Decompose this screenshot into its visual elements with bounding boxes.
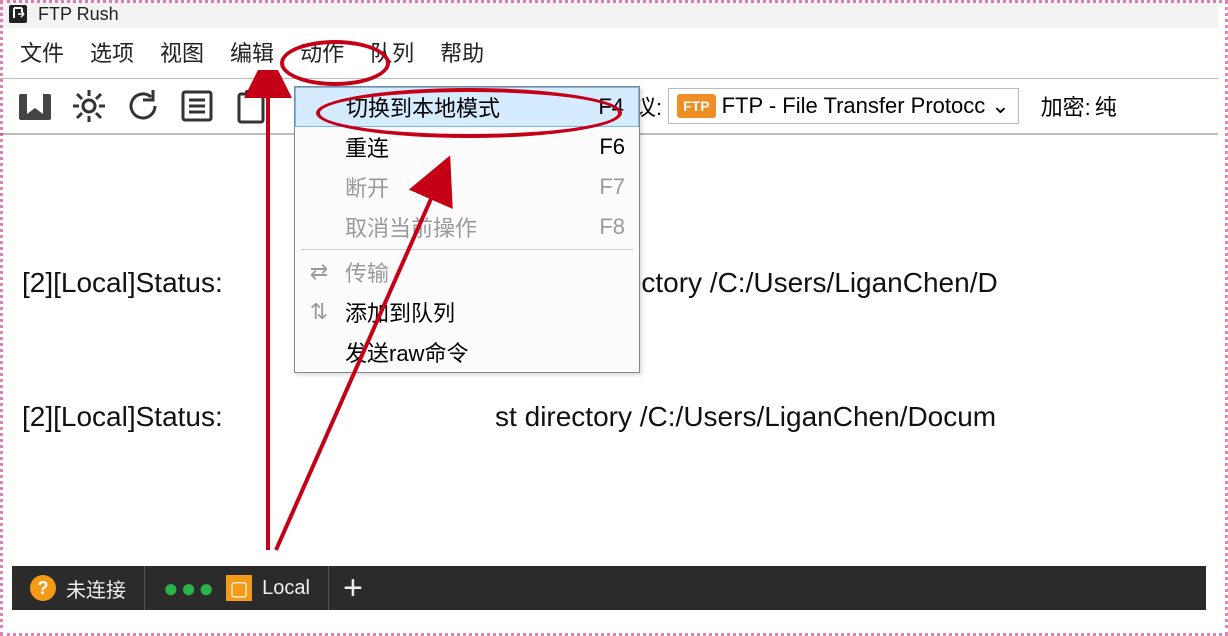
- menu-help[interactable]: 帮助: [438, 34, 486, 70]
- ftp-icon: FTP: [677, 94, 715, 118]
- menu-file[interactable]: 文件: [18, 34, 66, 70]
- status-tab-local[interactable]: ●●● ▢ Local: [145, 566, 329, 610]
- menu-options[interactable]: 选项: [88, 34, 136, 70]
- help-icon: ?: [30, 575, 56, 601]
- settings-button[interactable]: [66, 83, 112, 129]
- menu-queue[interactable]: 队列: [368, 34, 416, 70]
- log-button[interactable]: [174, 83, 220, 129]
- protocol-value: FTP - File Transfer Protocc: [722, 93, 986, 119]
- titlebar: FTP Rush: [0, 0, 1218, 28]
- menubar: 文件 选项 视图 编辑 动作 队列 帮助: [0, 28, 1218, 78]
- app-icon: [6, 2, 30, 26]
- menu-transfer: ⇄ 传输: [295, 252, 639, 292]
- menu-view[interactable]: 视图: [158, 34, 206, 70]
- activity-indicator-icon: ●●●: [163, 573, 216, 604]
- app-title: FTP Rush: [38, 4, 119, 25]
- bookmark-button[interactable]: [12, 83, 58, 129]
- menu-reconnect[interactable]: 重连F6: [295, 127, 639, 167]
- new-tab-button[interactable]: +: [329, 569, 377, 608]
- menu-add-to-queue[interactable]: ⇅ 添加到队列: [295, 292, 639, 332]
- menu-cancel-op: 取消当前操作F8: [295, 207, 639, 247]
- protocol-select[interactable]: FTP FTP - File Transfer Protocc ⌄: [668, 88, 1019, 124]
- status-local-label: Local: [262, 577, 310, 600]
- local-icon: ▢: [226, 575, 252, 601]
- action-menu-dropdown: 切换到本地模式F4 重连F6 断开F7 取消当前操作F8 ⇄ 传输 ⇅ 添加到队…: [294, 86, 640, 373]
- status-not-connected-label: 未连接: [66, 574, 126, 603]
- menu-disconnect: 断开F7: [295, 167, 639, 207]
- status-tab-not-connected[interactable]: ? 未连接: [12, 566, 145, 610]
- menu-action[interactable]: 动作: [298, 34, 346, 70]
- transfer-icon: ⇄: [307, 260, 331, 284]
- encryption-label: 加密:: [1041, 90, 1091, 122]
- clipboard-button[interactable]: [228, 83, 274, 129]
- chevron-down-icon: ⌄: [991, 93, 1009, 119]
- log-line: [2][Local]Status: st directory /C:/Users…: [22, 395, 1198, 440]
- menu-send-raw[interactable]: 发送raw命令: [295, 332, 639, 372]
- status-bar: ? 未连接 ●●● ▢ Local +: [12, 566, 1206, 610]
- queue-icon: ⇅: [307, 300, 331, 324]
- encryption-value: 纯: [1095, 90, 1117, 122]
- menu-switch-local[interactable]: 切换到本地模式F4: [295, 87, 639, 127]
- menu-edit[interactable]: 编辑: [228, 34, 276, 70]
- refresh-button[interactable]: [120, 83, 166, 129]
